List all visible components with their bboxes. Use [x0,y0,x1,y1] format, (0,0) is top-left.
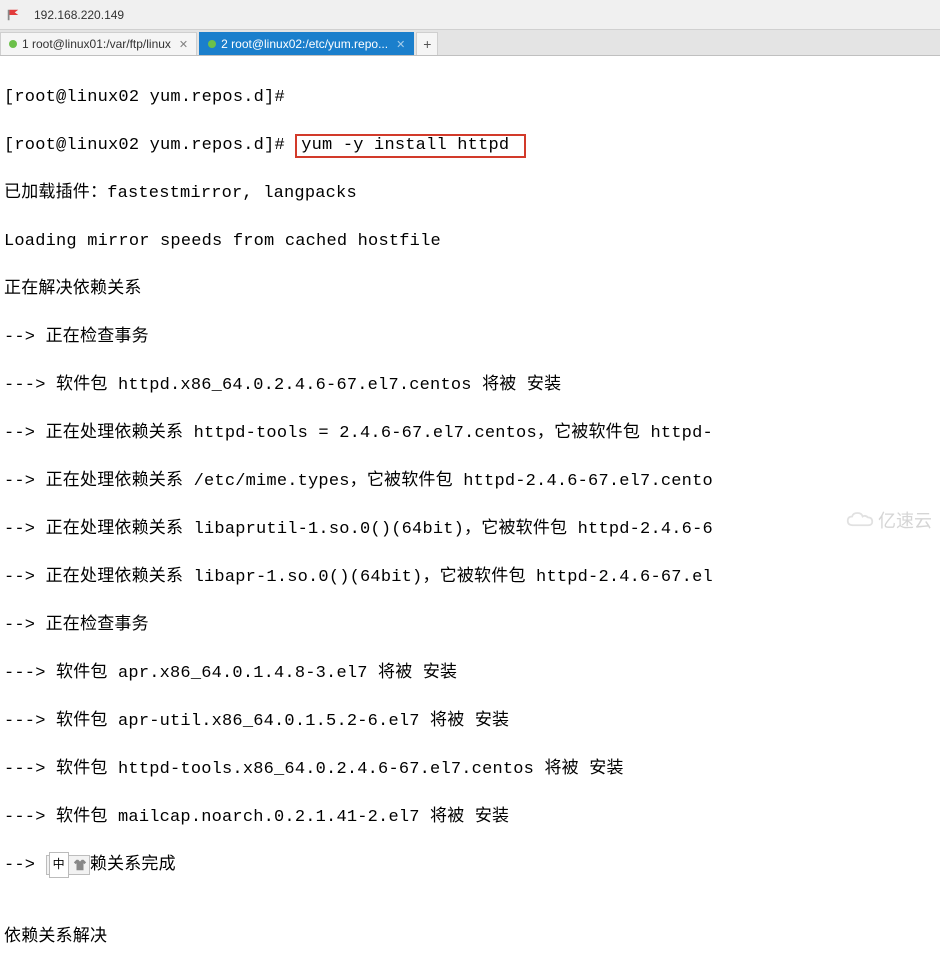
terminal-line: 依赖关系解决 [4,926,936,950]
shirt-icon[interactable] [73,858,87,872]
highlighted-command: yum -y install httpd [295,134,525,158]
tab-label: 1 root@linux01:/var/ftp/linux [22,37,171,51]
terminal-line: Loading mirror speeds from cached hostfi… [4,230,936,254]
tab-session-2[interactable]: 2 root@linux02:/etc/yum.repo... ✕ [199,32,414,55]
terminal-line: --> 正在处理依赖关系 libaprutil-1.so.0()(64bit)，… [4,518,936,542]
cloud-icon [846,511,874,529]
shell-prompt: [root@linux02 yum.repos.d]# [4,136,295,155]
terminal-line: 已加载插件：fastestmirror, langpacks [4,182,936,206]
terminal-line: --> 正在处理依赖关系 libapr-1.so.0()(64bit)，它被软件… [4,566,936,590]
window-title: 192.168.220.149 [34,8,124,22]
terminal-line: --> 正在检查事务 [4,614,936,638]
terminal-output[interactable]: [root@linux02 yum.repos.d]# [root@linux0… [0,56,940,978]
terminal-line: ---> 软件包 mailcap.noarch.0.2.1.41-2.el7 将… [4,806,936,830]
terminal-line: --> 正在处理依赖关系 /etc/mime.types，它被软件包 httpd… [4,470,936,494]
window-titlebar: 192.168.220.149 [0,0,940,30]
ime-toolbar[interactable]: 中 [46,855,90,875]
watermark-text: 亿速云 [878,507,932,533]
terminal-line: [root@linux02 yum.repos.d]# [4,86,936,110]
line-tail: 赖关系完成 [90,856,176,875]
terminal-line: --> 中 赖关系完成 [4,854,936,878]
terminal-line: 正在解决依赖关系 [4,278,936,302]
terminal-line: --> 正在处理依赖关系 httpd-tools = 2.4.6-67.el7.… [4,422,936,446]
terminal-line: --> 正在检查事务 [4,326,936,350]
terminal-line: ---> 软件包 apr-util.x86_64.0.1.5.2-6.el7 将… [4,710,936,734]
new-tab-button[interactable]: + [416,32,438,55]
close-icon[interactable]: ✕ [396,38,405,51]
terminal-line: ---> 软件包 apr.x86_64.0.1.4.8-3.el7 将被 安装 [4,662,936,686]
terminal-line: ---> 软件包 httpd-tools.x86_64.0.2.4.6-67.e… [4,758,936,782]
terminal-line: [root@linux02 yum.repos.d]# yum -y insta… [4,134,936,158]
tab-session-1[interactable]: 1 root@linux01:/var/ftp/linux ✕ [0,32,197,55]
app-flag-icon [6,8,20,22]
close-icon[interactable]: ✕ [179,38,188,51]
terminal-line: ---> 软件包 httpd.x86_64.0.2.4.6-67.el7.cen… [4,374,936,398]
ime-lang-indicator[interactable]: 中 [49,852,69,878]
status-dot-icon [208,40,216,48]
arrow-prefix: --> [4,856,46,875]
status-dot-icon [9,40,17,48]
tab-label: 2 root@linux02:/etc/yum.repo... [221,37,388,51]
watermark: 亿速云 [846,507,932,533]
tab-bar: 1 root@linux01:/var/ftp/linux ✕ 2 root@l… [0,30,940,56]
